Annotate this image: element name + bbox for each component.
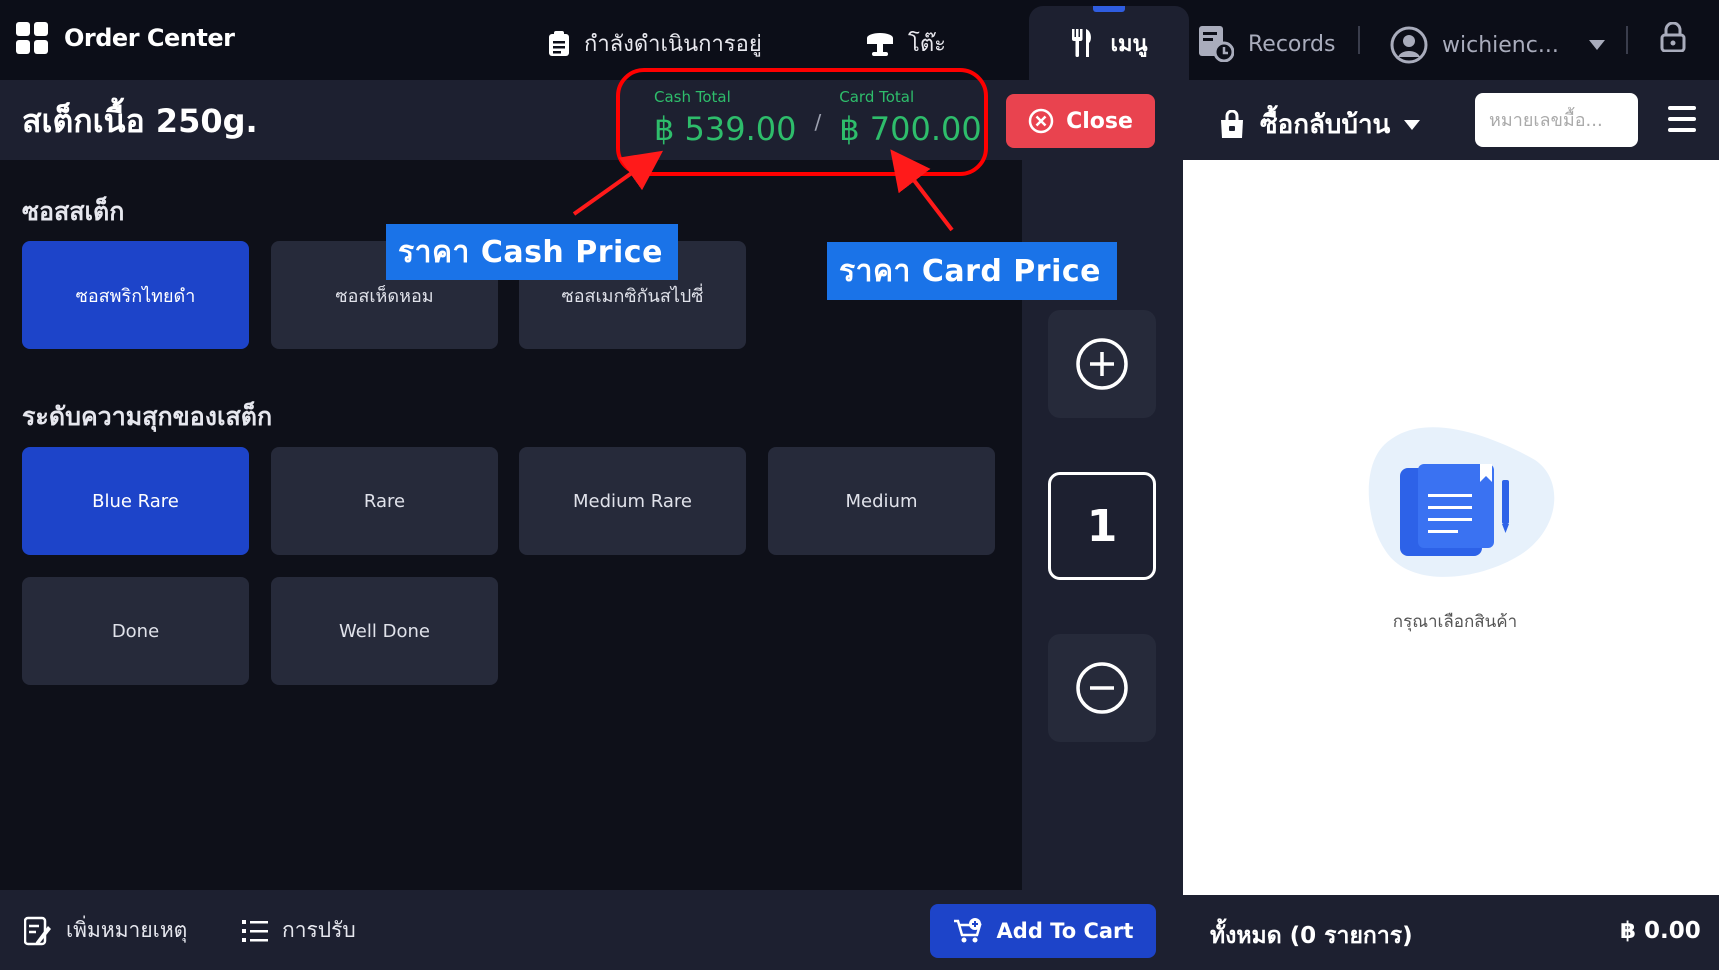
product-title: สเต็กเนื้อ 250g. — [22, 102, 258, 140]
app-grid-icon — [16, 22, 48, 54]
cart-total-value: ฿ 0.00 — [1620, 918, 1701, 944]
tab-table-label: โต๊ะ — [908, 32, 946, 57]
empty-cart-text: กรุณาเลือกสินค้า — [1392, 612, 1518, 632]
order-type-dropdown[interactable]: ซื้อกลับบ้าน — [1218, 104, 1421, 145]
option-medium[interactable]: Medium — [768, 447, 995, 555]
add-to-cart-icon — [953, 918, 982, 943]
user-menu[interactable]: wichienc... — [1390, 26, 1605, 64]
add-to-cart-button[interactable]: Add To Cart — [930, 904, 1156, 958]
option-medium-rare[interactable]: Medium Rare — [519, 447, 746, 555]
hamburger-menu-icon[interactable] — [1668, 106, 1696, 132]
table-icon — [867, 32, 893, 56]
cash-price-callout: ราคา Cash Price — [386, 224, 678, 280]
add-note-button[interactable]: เพิ่มหมายเหตุ — [24, 914, 187, 947]
tab-menu[interactable]: เมนู — [1029, 6, 1189, 80]
tab-records-label: Records — [1248, 31, 1336, 57]
quantity-value[interactable]: 1 — [1048, 472, 1156, 580]
username: wichienc... — [1442, 32, 1559, 58]
plus-circle-icon — [1076, 338, 1128, 390]
records-icon — [1199, 26, 1234, 62]
decrease-quantity-button[interactable] — [1048, 634, 1156, 742]
option-blue-rare[interactable]: Blue Rare — [22, 447, 249, 555]
tab-table[interactable]: โต๊ะ — [866, 26, 946, 61]
chevron-down-icon — [1404, 119, 1421, 130]
tab-records[interactable]: Records — [1198, 26, 1335, 62]
nav-divider — [1626, 26, 1628, 54]
adjust-button[interactable]: การปรับ — [242, 914, 356, 947]
order-type-label: ซื้อกลับบ้าน — [1260, 110, 1391, 140]
price-highlight-ring — [616, 68, 988, 176]
minus-circle-icon — [1076, 662, 1128, 714]
active-tab-indicator — [1093, 6, 1125, 12]
cart-total-label: ทั้งหมด (0 รายการ) — [1210, 923, 1413, 949]
tab-menu-label: เมนู — [1110, 31, 1148, 57]
nav-divider — [1358, 26, 1360, 54]
adjust-label: การปรับ — [282, 918, 356, 942]
app-title: Order Center — [64, 24, 235, 52]
avatar-icon — [1390, 26, 1428, 64]
tab-ongoing[interactable]: กำลังดำเนินการอยู่ — [548, 26, 762, 61]
shopping-bag-icon — [1221, 109, 1243, 138]
option-well-done[interactable]: Well Done — [271, 577, 498, 685]
close-circle-icon — [1028, 108, 1054, 134]
option-sauce-black-pepper[interactable]: ซอสพริกไทยดำ — [22, 241, 249, 349]
increase-quantity-button[interactable] — [1048, 310, 1156, 418]
empty-cart-illustration — [1350, 420, 1570, 604]
empty-document-icon — [1368, 427, 1555, 577]
app-brand[interactable]: Order Center — [16, 22, 235, 54]
option-done[interactable]: Done — [22, 577, 249, 685]
doneness-section-title: ระดับความสุกของเสต็ก — [22, 402, 273, 431]
utensils-icon — [1072, 29, 1092, 57]
card-price-callout: ราคา Card Price — [827, 242, 1117, 300]
lock-button[interactable] — [1660, 21, 1686, 56]
clipboard-icon — [549, 30, 569, 56]
edit-note-icon — [24, 916, 51, 945]
lock-icon — [1660, 21, 1686, 53]
add-to-cart-label: Add To Cart — [996, 919, 1134, 943]
close-button[interactable]: Close — [1006, 94, 1155, 148]
sauce-section-title: ซอสสเต็ก — [22, 197, 125, 226]
list-icon — [242, 919, 268, 942]
add-note-label: เพิ่มหมายเหตุ — [66, 918, 188, 942]
order-number-input[interactable] — [1475, 93, 1638, 147]
option-rare[interactable]: Rare — [271, 447, 498, 555]
tab-ongoing-label: กำลังดำเนินการอยู่ — [584, 32, 762, 57]
close-button-label: Close — [1066, 108, 1133, 134]
chevron-down-icon — [1588, 40, 1605, 50]
